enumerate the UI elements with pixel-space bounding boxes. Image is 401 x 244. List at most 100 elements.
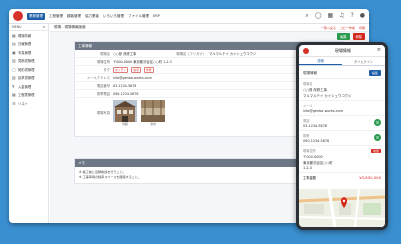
mobile-field-mobile: 携帯 090-1234-5678 ✆ bbox=[299, 131, 385, 146]
sidebar-item-label: 契約書管理 bbox=[18, 67, 35, 72]
mobile-price-row: 工事金額 ¥3,850,000 bbox=[299, 173, 385, 182]
field-value: 〒000-0000 東京都渋谷区○○町 1-2-3 bbox=[113, 60, 172, 64]
photo-caption: 外観 bbox=[122, 122, 128, 126]
photo-thumbnail[interactable]: 外観 bbox=[113, 100, 137, 126]
delete-button[interactable]: 削除 bbox=[352, 33, 365, 40]
field-label: 現場名 bbox=[303, 82, 313, 86]
field-value: 090-1234-5678 bbox=[303, 139, 330, 143]
top-navigation-bar: 業務管理 工程管理 顧客管理 協力業者 いろいろ管理 ファイル管理 ERP ⌕ … bbox=[9, 9, 369, 24]
field-value: 東京都渋谷区○○町 bbox=[303, 161, 333, 165]
phone-icon[interactable]: ✆ bbox=[374, 119, 381, 126]
field-label: 現場住所 bbox=[303, 149, 316, 153]
sidebar-item-daily-report[interactable]: ▤ 日報管理 bbox=[9, 40, 48, 49]
mobile-field-email: メール info@genba-works.com bbox=[299, 101, 385, 116]
top-icon-group: ⌕ ◯ ▦ ♫ ? ● bbox=[299, 13, 365, 19]
nav-item-files[interactable]: ファイル管理 bbox=[128, 14, 149, 19]
field-label: メール bbox=[303, 104, 313, 108]
user-icon[interactable]: ● bbox=[360, 13, 365, 19]
sidebar-item-payments[interactable]: ¥ 入金管理 bbox=[9, 82, 48, 91]
back-to-list-link[interactable]: 一覧へ戻る bbox=[321, 26, 336, 30]
search-icon[interactable]: ⌕ bbox=[305, 13, 308, 19]
app-logo[interactable] bbox=[13, 11, 23, 21]
field-value: 03-1234-5678 bbox=[303, 124, 328, 128]
field-value[interactable]: 090-1234-5678 bbox=[113, 92, 138, 96]
copy-link[interactable]: コピー作成 bbox=[340, 26, 355, 30]
nav-item-business[interactable]: 業務管理 bbox=[27, 12, 45, 20]
tab-timeline[interactable]: タイムライン bbox=[342, 57, 385, 65]
calendar-icon[interactable]: ▦ bbox=[328, 13, 334, 19]
app-logo[interactable] bbox=[303, 47, 309, 54]
field-label: タグ bbox=[103, 68, 110, 72]
mobile-page-title: 現場情報 bbox=[334, 47, 351, 53]
tab-details[interactable]: 詳細 bbox=[299, 57, 342, 65]
field-label: 携帯 bbox=[303, 134, 310, 138]
sidebar-item-list[interactable]: ☰ リスト bbox=[9, 99, 48, 108]
map-link[interactable]: 地図 bbox=[370, 149, 381, 153]
field-label: 電話番号 bbox=[96, 84, 110, 88]
interior-photo bbox=[141, 100, 165, 122]
field-label: 現場名（フリガナ） bbox=[176, 52, 206, 56]
photo-thumbnail[interactable]: 室内 bbox=[141, 100, 165, 126]
mobile-field-address: 現場住所 〒000-0000 東京都渋谷区○○町 1-2-3 地図 bbox=[299, 146, 385, 173]
field-label: 携帯電話 bbox=[96, 92, 110, 96]
breadcrumb: 現場 - 現場情報画面 bbox=[54, 25, 86, 29]
building-exterior-photo bbox=[113, 100, 137, 122]
field-value: ○○邸 改修工事 bbox=[303, 88, 327, 92]
mobile-app-phone: 現場情報 ≡ 詳細 タイムライン 現場情報 編集 現場名 ○○邸 改修工事 マル… bbox=[296, 42, 388, 230]
tag-badge[interactable]: 浴室 bbox=[131, 66, 141, 73]
photo-gallery: 外観 室内 bbox=[113, 98, 169, 126]
mobile-field-site-name: 現場名 ○○邸 改修工事 マルマルテイ カイシュウコウジ bbox=[299, 79, 385, 101]
sidebar-item-label: 日報管理 bbox=[18, 42, 32, 47]
tag-list: キッチン 浴室 外壁 bbox=[113, 66, 156, 73]
action-bar: 編集 削除 bbox=[50, 32, 369, 41]
phone-icon[interactable]: ✆ bbox=[374, 134, 381, 141]
nav-item-partners[interactable]: 協力業者 bbox=[85, 14, 99, 19]
mobile-tabs: 詳細 タイムライン bbox=[299, 57, 385, 66]
nav-item-schedule[interactable]: 工程管理 bbox=[49, 14, 63, 19]
sidebar-item-label: 入金管理 bbox=[18, 84, 32, 89]
sidebar-item-label: リスト bbox=[18, 101, 28, 106]
field-value[interactable]: 03-1234-5678 bbox=[113, 84, 136, 88]
sidebar-item-contracts[interactable]: ▢ 契約書管理 bbox=[9, 65, 48, 74]
mobile-map[interactable] bbox=[299, 189, 385, 227]
field-value: マルマルテイ カイシュウコウジ bbox=[303, 94, 352, 98]
help-icon[interactable]: ? bbox=[351, 13, 354, 19]
menu-icon[interactable]: ≡ bbox=[377, 48, 381, 53]
tag-badge[interactable]: キッチン bbox=[113, 66, 129, 73]
price-label: 工事金額 bbox=[303, 176, 316, 180]
mobile-edit-button[interactable]: 編集 bbox=[368, 70, 381, 76]
chat-icon[interactable]: ◯ bbox=[315, 13, 322, 19]
sidebar-item-gantt[interactable]: ▦ 工程表管理 bbox=[9, 91, 48, 100]
sidebar-item-photos[interactable]: ▣ 写真管理 bbox=[9, 48, 48, 57]
field-label: 電話 bbox=[303, 119, 310, 123]
sidebar-item-invoices[interactable]: ▧ 請求書管理 bbox=[9, 74, 48, 83]
hamburger-icon[interactable]: ≡ bbox=[42, 25, 45, 29]
tag-badge[interactable]: 外壁 bbox=[143, 66, 154, 73]
mobile-header: 現場情報 ≡ bbox=[299, 45, 385, 57]
sidebar-item-site-info[interactable]: ▦ 現場情報 bbox=[9, 31, 48, 40]
field-value: 〒000-0000 bbox=[303, 155, 323, 159]
field-value[interactable]: info@genba-works.com bbox=[303, 109, 381, 113]
nav-item-customers[interactable]: 顧客管理 bbox=[67, 14, 81, 19]
sidebar-item-estimates[interactable]: ▥ 見積書管理 bbox=[9, 57, 48, 66]
section-title: 現場情報 bbox=[303, 70, 317, 75]
field-value[interactable]: info@genba-works.com bbox=[113, 76, 152, 80]
bell-icon[interactable]: ♫ bbox=[339, 13, 344, 19]
header-links: 一覧へ戻る コピー作成 印刷 bbox=[317, 26, 365, 30]
edit-button[interactable]: 編集 bbox=[337, 33, 350, 40]
sidebar-item-label: 工程表管理 bbox=[18, 93, 35, 98]
mobile-section-header: 現場情報 編集 bbox=[299, 66, 385, 79]
breadcrumb-bar: 現場 - 現場情報画面 一覧へ戻る コピー作成 印刷 bbox=[50, 24, 369, 32]
nav-item-erp[interactable]: ERP bbox=[153, 14, 160, 18]
nav-item-misc[interactable]: いろいろ管理 bbox=[103, 14, 124, 19]
mobile-field-phone: 電話 03-1234-5678 ✆ bbox=[299, 116, 385, 131]
sidebar-item-label: 見積書管理 bbox=[18, 59, 35, 64]
field-value: 1-2-3 bbox=[303, 166, 312, 170]
field-value: ○○邸 改修工事 bbox=[113, 52, 137, 56]
field-label: メールアドレス bbox=[86, 76, 110, 80]
sidebar-header-label: MENU bbox=[12, 25, 22, 29]
print-link[interactable]: 印刷 bbox=[359, 26, 365, 30]
sidebar-header: MENU ≡ bbox=[9, 24, 48, 31]
sidebar-item-label: 請求書管理 bbox=[18, 76, 35, 81]
photo-caption: 室内 bbox=[150, 122, 156, 126]
